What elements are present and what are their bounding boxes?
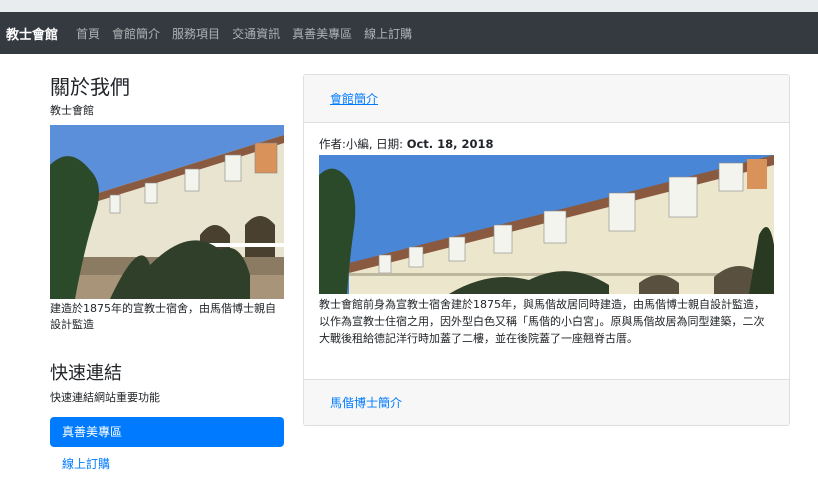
card-body: 作者:小編, 日期: Oct. 18, 2018 教士會館前身為宣教士宿舍建於1…: [304, 123, 789, 379]
nav-link-special-zone[interactable]: 真善美專區: [292, 25, 352, 42]
about-subtitle: 教士會館: [50, 104, 94, 117]
article-card: 會館簡介 作者:小編, 日期: Oct. 18, 2018 教士會館前身為宣教士…: [303, 74, 790, 426]
browser-top-strip: [0, 0, 818, 12]
online-order-link[interactable]: 線上訂購: [50, 455, 284, 472]
article-body: 教士會館前身為宣教士宿舍建於1875年，與馬偕故居同時建造，由馬偕博士親自設計監…: [319, 298, 765, 345]
quick-links-subtitle: 快速連結網站重要功能: [50, 391, 160, 404]
nav-link-transport[interactable]: 交通資訊: [232, 25, 280, 42]
nav-link-online-order[interactable]: 線上訂購: [364, 25, 412, 42]
nav-link-home[interactable]: 首頁: [76, 25, 100, 42]
sidebar: 關於我們 教士會館 建造於1875年的宣教士宿舍，由馬偕博士親自設計監造 快速連…: [50, 54, 284, 472]
navbar-brand[interactable]: 教士會館: [6, 24, 58, 43]
article-author: 作者:小編, 日期:: [319, 137, 407, 151]
top-navbar: 教士會館 首頁 會館簡介 服務項目 交通資訊 真善美專區 線上訂購: [0, 12, 818, 54]
nav-link-services[interactable]: 服務項目: [172, 25, 220, 42]
quick-links-title: 快速連結: [50, 363, 122, 384]
sidebar-building-photo: [50, 125, 284, 299]
mackay-bio-link[interactable]: 馬偕博士簡介: [330, 394, 402, 411]
article-building-photo: [319, 155, 774, 294]
nav-link-about[interactable]: 會館簡介: [112, 25, 160, 42]
card-header: 會館簡介: [304, 75, 789, 123]
about-hall-link[interactable]: 會館簡介: [330, 90, 378, 107]
article-meta: 作者:小編, 日期: Oct. 18, 2018: [319, 137, 774, 151]
card-footer: 馬偕博士簡介: [304, 379, 789, 425]
special-zone-link-button[interactable]: 真善美專區: [50, 417, 284, 447]
article-date: Oct. 18, 2018: [406, 137, 494, 151]
about-title: 關於我們: [50, 75, 130, 99]
photo-caption: 建造於1875年的宣教士宿舍，由馬偕博士親自設計監造: [50, 302, 276, 331]
